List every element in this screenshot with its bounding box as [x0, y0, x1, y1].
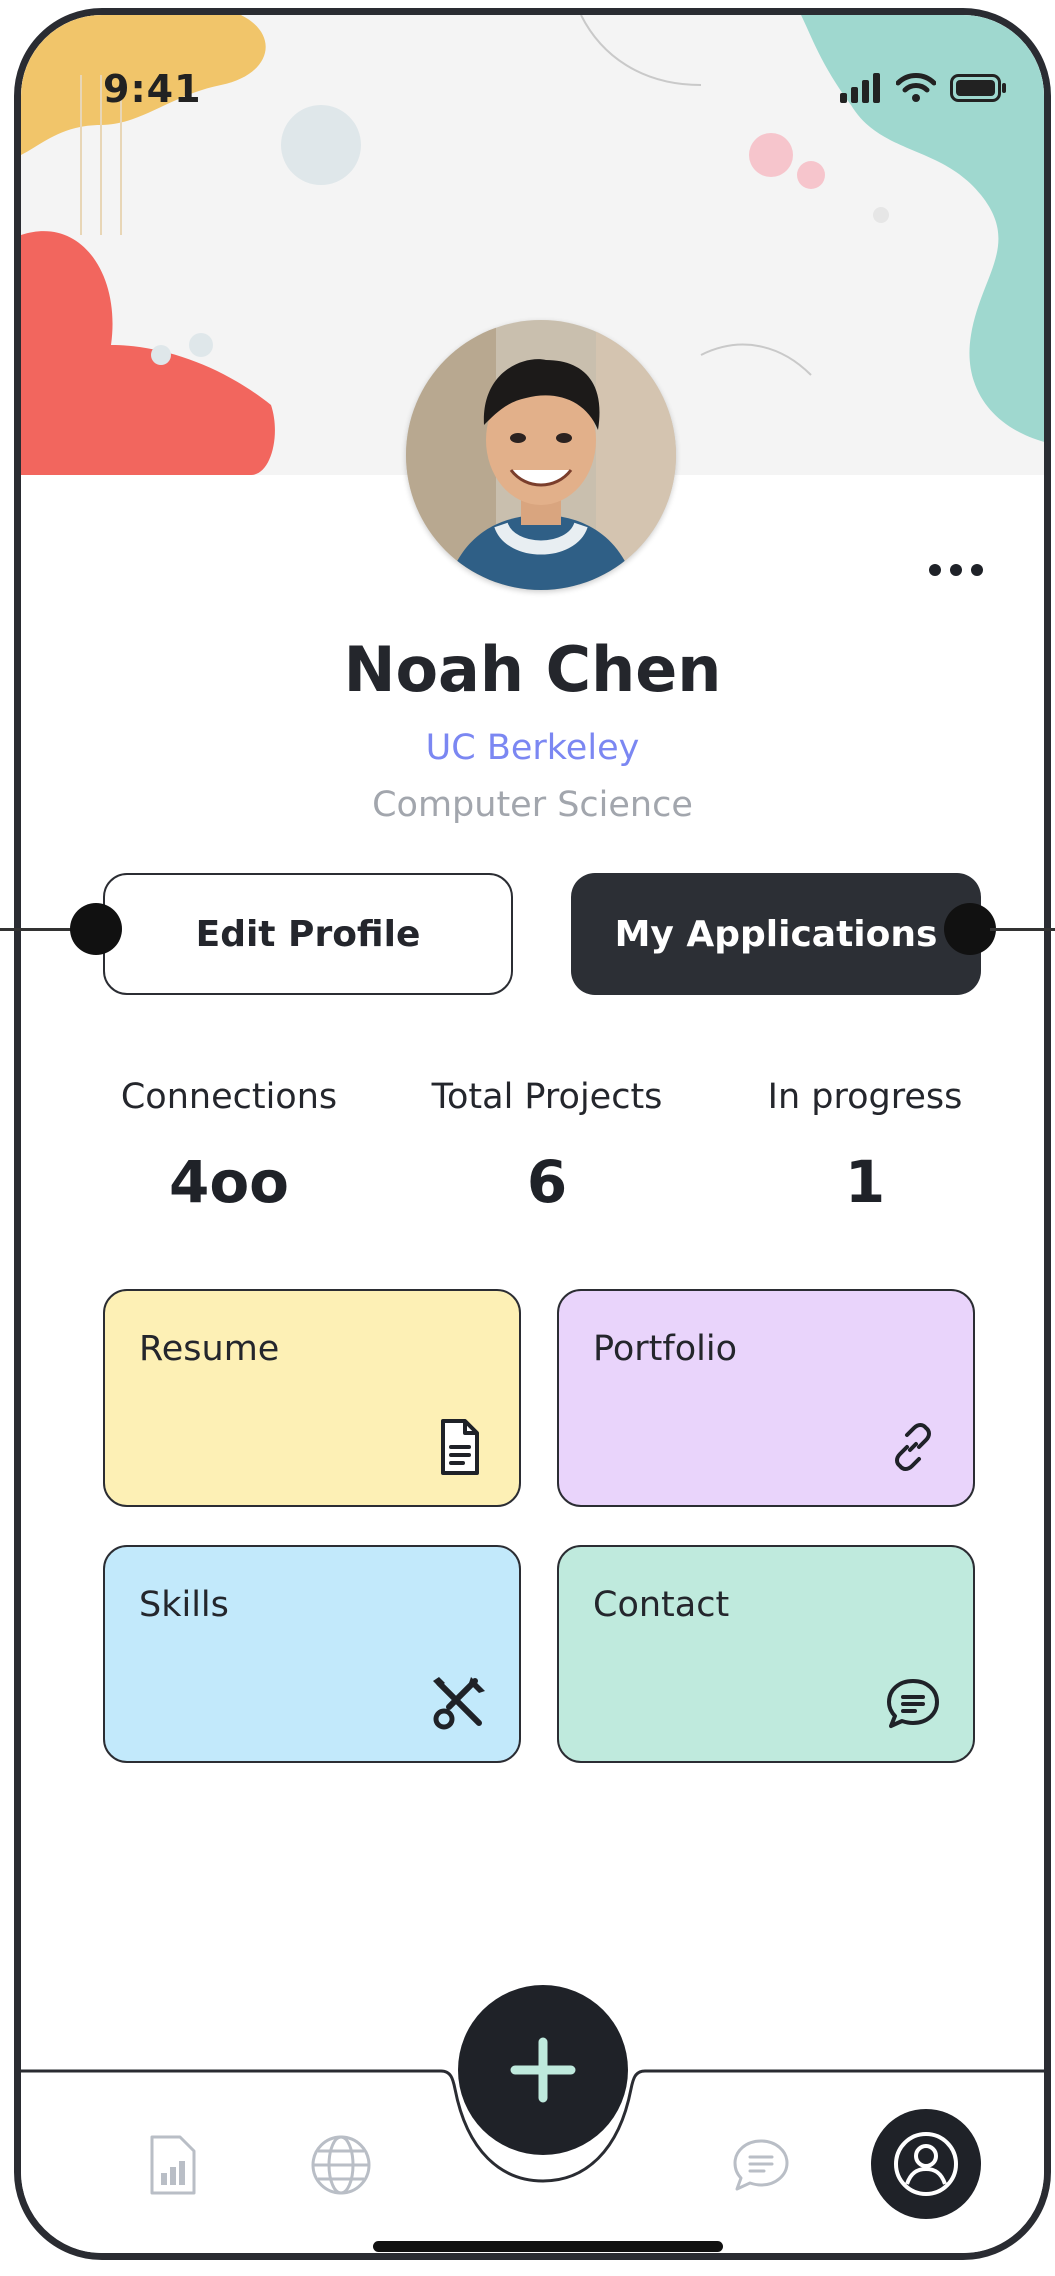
stat-projects-label: Total Projects	[431, 1077, 663, 1117]
avatar-image	[406, 320, 676, 590]
status-icons	[840, 73, 1008, 103]
status-time: 9:41	[103, 67, 202, 111]
annotation-line-right	[990, 928, 1055, 931]
tab-explore[interactable]	[301, 2125, 381, 2205]
document-icon	[441, 1419, 479, 1475]
annotation-dot-left	[70, 903, 122, 955]
signal-icon	[840, 73, 880, 103]
annotation-dot-right	[944, 903, 996, 955]
contact-card[interactable]: Contact	[557, 1545, 975, 1763]
portfolio-card[interactable]: Portfolio	[557, 1289, 975, 1507]
profile-school[interactable]: UC Berkeley	[21, 728, 1044, 768]
profile-name: Noah Chen	[343, 633, 722, 706]
stat-connections-value: 4oo	[168, 1148, 290, 1216]
contact-card-title: Contact	[593, 1585, 730, 1625]
status-bar: 9:41	[21, 15, 1044, 155]
home-indicator	[373, 2241, 723, 2252]
skills-card[interactable]: Skills	[103, 1545, 521, 1763]
tools-icon	[433, 1677, 485, 1730]
phone-frame: 9:41 Noah Chen UC Berkeley Computer Scie…	[14, 8, 1051, 2260]
globe-icon	[311, 2135, 371, 2195]
annotation-line-left	[0, 928, 74, 931]
wifi-icon	[896, 73, 936, 102]
chat-icon	[887, 1679, 939, 1728]
stats-icon	[150, 2135, 196, 2195]
avatar[interactable]	[406, 320, 676, 590]
my-applications-button[interactable]: My Applications	[571, 873, 981, 995]
add-icon	[510, 2037, 576, 2103]
skills-card-title: Skills	[139, 1585, 229, 1625]
link-icon	[895, 1423, 931, 1471]
stat-in-progress-value: 1	[844, 1148, 886, 1216]
more-dots-icon	[929, 564, 983, 576]
stat-in-progress-label: In progress	[767, 1077, 963, 1117]
tab-messages[interactable]	[721, 2125, 801, 2205]
tab-stats[interactable]	[133, 2125, 213, 2205]
portfolio-card-title: Portfolio	[593, 1329, 737, 1369]
message-icon	[733, 2139, 789, 2191]
resume-card[interactable]: Resume	[103, 1289, 521, 1507]
stat-connections-label: Connections	[120, 1077, 338, 1117]
resume-card-title: Resume	[139, 1329, 280, 1369]
tab-profile[interactable]	[871, 2109, 981, 2219]
more-options-button[interactable]	[921, 545, 991, 595]
add-button[interactable]	[458, 1985, 628, 2155]
battery-icon	[950, 74, 1006, 102]
profile-icon	[894, 2132, 958, 2196]
stat-projects-value: 6	[526, 1148, 568, 1216]
profile-major: Computer Science	[372, 785, 693, 825]
edit-profile-button[interactable]: Edit Profile	[103, 873, 513, 995]
